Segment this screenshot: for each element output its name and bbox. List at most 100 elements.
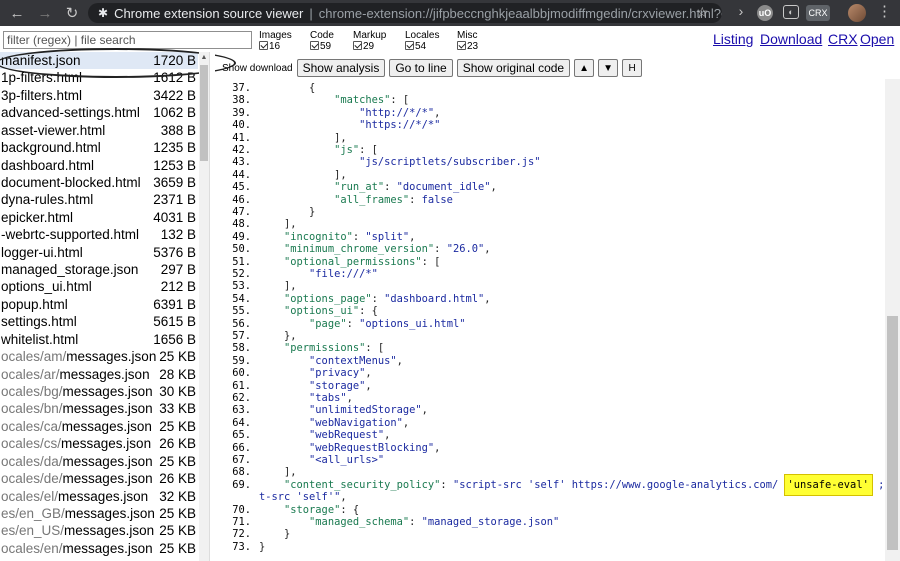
bookmark-star-icon[interactable]: ☆ <box>696 4 709 21</box>
address-bar[interactable]: ✱ Chrome extension source viewer | chrom… <box>88 3 722 23</box>
file-size: 388 B <box>160 122 196 138</box>
line-number: 56. <box>232 317 251 330</box>
category-markup[interactable]: Markup 29 <box>353 30 386 52</box>
json-punctuation: : [ <box>365 342 385 355</box>
find-previous-button[interactable]: ▲ <box>574 59 595 77</box>
filter-input[interactable] <box>3 31 252 49</box>
file-list-item[interactable]: ocales/bg/messages.json 30 KB <box>0 383 198 400</box>
code-text: "http://*/*", <box>259 107 440 119</box>
file-list-item[interactable]: asset-viewer.html 388 B <box>0 122 198 139</box>
file-directory: ocales/de/ <box>1 471 63 487</box>
show-analysis-button[interactable]: Show analysis <box>296 59 386 77</box>
json-punctuation: , <box>434 106 441 119</box>
code-view-scroll-thumb[interactable] <box>887 316 898 550</box>
menu-kebab-icon[interactable]: ⋮ <box>877 3 892 21</box>
file-list-item[interactable]: manifest.json 1720 B <box>0 52 198 70</box>
dark-mode-extension-icon[interactable]: ◐ <box>783 5 799 19</box>
profile-avatar[interactable] <box>848 4 866 22</box>
file-directory: ocales/ca/ <box>1 418 62 434</box>
chevron-right-icon[interactable]: › <box>733 3 749 19</box>
file-list-item[interactable]: 3p-filters.html 3422 B <box>0 87 198 104</box>
code-text: "all_frames": false <box>259 194 453 206</box>
code-view[interactable]: 37. {38. "matches": [39. "http://*/*", 40… <box>215 79 885 561</box>
highlight-button[interactable]: H <box>622 59 643 77</box>
go-to-line-button[interactable]: Go to line <box>389 59 453 77</box>
category-markup-checkbox[interactable] <box>353 41 362 50</box>
file-list-item[interactable]: ocales/am/messages.json 25 KB <box>0 348 198 365</box>
category-misc-checkbox[interactable] <box>457 41 466 50</box>
category-code[interactable]: Code 59 <box>310 30 334 52</box>
back-arrow-icon[interactable]: ← <box>4 0 30 26</box>
file-name: ocales/en/messages.json <box>0 540 153 557</box>
file-list-item[interactable]: whitelist.html 1656 B <box>0 331 198 348</box>
file-list-scroll-thumb[interactable] <box>200 65 208 161</box>
file-list-item[interactable]: es/en_US/messages.json 25 KB <box>0 522 198 539</box>
category-misc[interactable]: Misc 23 <box>457 30 478 52</box>
category-images[interactable]: Images 16 <box>259 30 292 52</box>
code-text: } <box>259 206 315 218</box>
category-locales[interactable]: Locales 54 <box>405 30 439 52</box>
file-size: 25 KB <box>159 523 196 539</box>
file-list-item[interactable]: es/en_GB/messages.json 25 KB <box>0 505 198 522</box>
ublock-extension-icon[interactable]: uO <box>757 5 773 21</box>
code-text: "file:///*" <box>259 268 378 280</box>
file-list-item[interactable]: dyna-rules.html 2371 B <box>0 191 198 208</box>
file-list-item[interactable]: logger-ui.html 5376 B <box>0 244 198 261</box>
file-list-item[interactable]: ocales/ar/messages.json 28 KB <box>0 366 198 383</box>
file-list-item[interactable]: ocales/el/messages.json 32 KB <box>0 488 198 505</box>
line-number: 55. <box>232 305 251 318</box>
file-name: ocales/ca/messages.json <box>0 418 152 435</box>
file-list-item[interactable]: ocales/da/messages.json 25 KB <box>0 453 198 470</box>
file-list-item[interactable]: ocales/de/messages.json 26 KB <box>0 470 198 487</box>
show-original-code-button[interactable]: Show original code <box>456 59 571 77</box>
line-number: 39. <box>232 106 251 119</box>
file-list-item[interactable]: managed_storage.json 297 B <box>0 261 198 278</box>
crx-extension-icon[interactable]: CRX <box>806 5 830 21</box>
json-punctuation: : <box>440 478 453 491</box>
file-list-item[interactable]: ocales/cs/messages.json 26 KB <box>0 435 198 452</box>
file-basename: background.html <box>1 140 101 156</box>
browser-toolbar: ← → ↻ ✱ Chrome extension source viewer |… <box>0 0 900 26</box>
file-list-item[interactable]: ocales/bn/messages.json 33 KB <box>0 400 198 417</box>
show-download-toggle[interactable]: Show download <box>222 63 293 74</box>
json-punctuation: : { <box>340 503 360 516</box>
category-code-checkbox[interactable] <box>310 41 319 50</box>
file-list-item[interactable]: -webrtc-supported.html 132 B <box>0 226 198 243</box>
json-punctuation: } <box>259 206 316 218</box>
line-number: 57. <box>232 330 251 342</box>
json-punctuation: : [ <box>359 144 378 156</box>
line-number: 63. <box>232 404 251 417</box>
open-link[interactable]: Open <box>860 31 894 47</box>
file-list-item[interactable]: ocales/en/messages.json 25 KB <box>0 540 198 557</box>
file-list-item[interactable]: 1p-filters.html 1612 B <box>0 69 198 86</box>
file-basename: options_ui.html <box>1 279 92 295</box>
file-list-item[interactable]: background.html 1235 B <box>0 139 198 156</box>
forward-arrow-icon[interactable]: → <box>32 0 58 26</box>
file-list-item[interactable]: document-blocked.html 3659 B <box>0 174 198 191</box>
json-punctuation: ], <box>259 280 297 293</box>
file-basename: advanced-settings.html <box>1 105 140 121</box>
file-list-item[interactable]: popup.html 6391 B <box>0 296 198 313</box>
download-link[interactable]: Download <box>760 31 822 47</box>
json-value: "webNavigation" <box>259 416 403 429</box>
file-list-item[interactable]: options_ui.html 212 B <box>0 278 198 295</box>
file-basename: logger-ui.html <box>1 244 83 260</box>
file-directory: ocales/bg/ <box>1 384 63 400</box>
file-list-item[interactable]: ocales/ca/messages.json 25 KB <box>0 418 198 435</box>
crx-link[interactable]: CRX <box>828 31 858 47</box>
find-next-button[interactable]: ▼ <box>598 59 619 77</box>
listing-link[interactable]: Listing <box>713 31 753 47</box>
reload-icon[interactable]: ↻ <box>59 0 85 26</box>
code-text: } <box>259 528 290 540</box>
json-punctuation: , <box>384 429 391 442</box>
category-images-checkbox[interactable] <box>259 41 268 50</box>
file-list-item[interactable]: epicker.html 4031 B <box>0 209 198 226</box>
code-text: "minimum_chrome_version": "26.0", <box>259 243 490 255</box>
category-locales-checkbox[interactable] <box>405 41 414 50</box>
scroll-up-arrow-icon[interactable]: ▲ <box>200 54 208 64</box>
file-name: -webrtc-supported.html <box>0 226 139 243</box>
file-list-item[interactable]: settings.html 5615 B <box>0 313 198 330</box>
file-list-item[interactable]: advanced-settings.html 1062 B <box>0 104 198 121</box>
file-list-item[interactable]: dashboard.html 1253 B <box>0 157 198 174</box>
json-punctuation: ], <box>259 168 347 181</box>
